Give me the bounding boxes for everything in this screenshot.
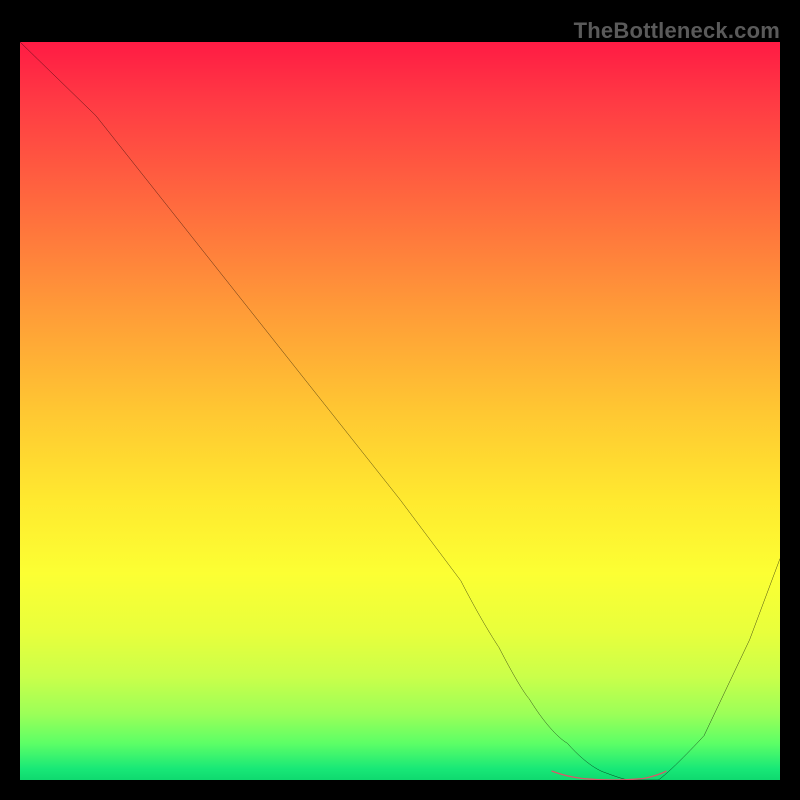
bottleneck-curve: [20, 42, 780, 780]
chart-svg: [20, 42, 780, 780]
watermark-text: TheBottleneck.com: [574, 18, 780, 44]
chart-area: [20, 42, 780, 780]
optimal-zone-marker: [552, 771, 666, 780]
